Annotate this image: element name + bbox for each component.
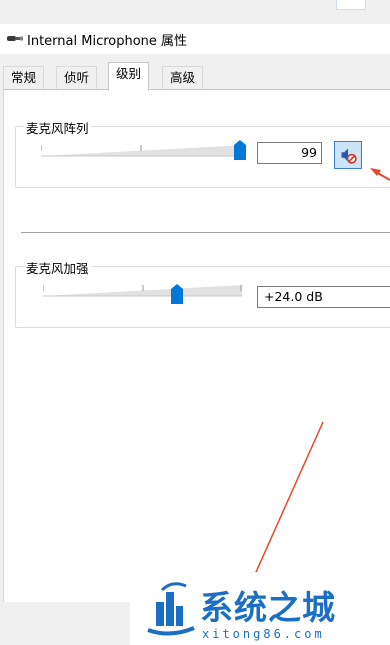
tab-general[interactable]: 常规 (3, 66, 45, 90)
mic-boost-value-field[interactable]: +24.0 dB (257, 286, 390, 308)
mic-array-mute-button[interactable] (334, 141, 362, 169)
section-separator (21, 232, 390, 233)
mic-array-label: 麦克风阵列 (24, 118, 91, 137)
mic-array-slider-thumb[interactable] (234, 140, 246, 160)
mic-array-group: 麦克风阵列 99 (15, 118, 390, 188)
mic-boost-group: 麦克风加强 +24.0 dB (15, 258, 390, 328)
mic-array-value-field[interactable]: 99 (257, 142, 322, 164)
tab-advanced[interactable]: 高级 (162, 66, 204, 90)
watermark: 系统之城 xitong86.com (130, 572, 390, 645)
mic-array-slider-track[interactable] (41, 143, 246, 157)
tab-strip: 常规 侦听 级别 高级 (0, 62, 390, 91)
title-bar: Internal Microphone 属性 (0, 24, 390, 54)
microphone-icon (7, 36, 23, 41)
levels-panel: 麦克风阵列 99 麦克风加强 +24.0 dB (3, 89, 390, 602)
top-strip (0, 0, 390, 22)
watermark-url: xitong86.com (202, 627, 325, 641)
tab-listen[interactable]: 侦听 (56, 66, 98, 90)
city-logo-icon (147, 582, 195, 636)
window-control-button[interactable] (336, 0, 366, 10)
window-title: Internal Microphone 属性 (27, 34, 188, 49)
mic-boost-slider-track[interactable] (43, 283, 242, 297)
mic-boost-slider-thumb[interactable] (171, 284, 183, 304)
speaker-muted-icon (341, 148, 357, 164)
mic-boost-label: 麦克风加强 (24, 258, 91, 277)
watermark-title: 系统之城 (200, 588, 336, 627)
tab-levels[interactable]: 级别 (108, 62, 150, 91)
